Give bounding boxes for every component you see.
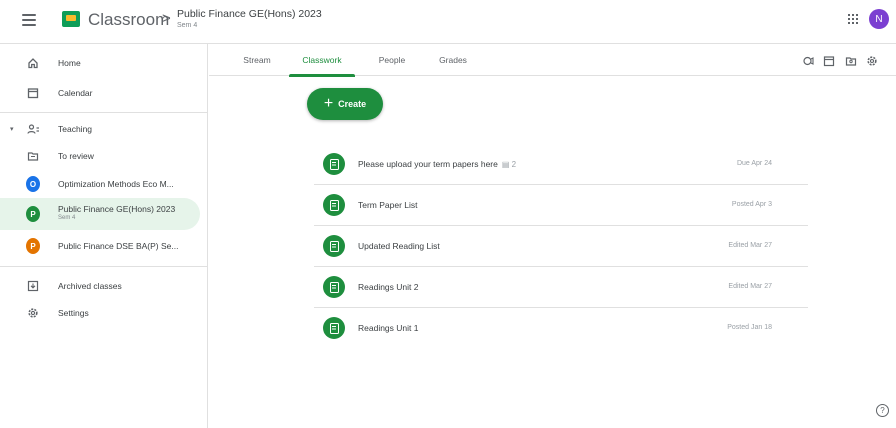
list-item[interactable]: Term Paper List Posted Apr 3 bbox=[314, 185, 808, 226]
material-icon bbox=[323, 194, 345, 216]
class-avatar: P bbox=[26, 206, 40, 222]
main-menu-icon[interactable] bbox=[22, 14, 36, 26]
breadcrumb-chevron-icon: > bbox=[162, 10, 171, 27]
class-section: Sem 4 bbox=[177, 22, 198, 29]
archive-icon bbox=[26, 279, 40, 293]
app-name[interactable]: Classroom bbox=[88, 10, 169, 30]
material-icon bbox=[323, 276, 345, 298]
class-avatar: O bbox=[26, 176, 40, 192]
tab-classwork[interactable]: Classwork bbox=[289, 44, 355, 77]
item-title: Readings Unit 2 bbox=[358, 282, 419, 292]
sidebar-divider bbox=[0, 112, 208, 113]
collapse-chevron-icon: ▾ bbox=[10, 126, 14, 133]
sidebar-item-label: Teaching bbox=[58, 124, 93, 134]
sidebar-divider bbox=[0, 266, 208, 267]
sidebar-item-label: Home bbox=[58, 58, 81, 68]
sidebar-item-class-optimization[interactable]: O Optimization Methods Eco M... bbox=[0, 169, 200, 199]
item-date: Edited Mar 27 bbox=[728, 242, 772, 249]
sidebar-item-label: Public Finance GE(Hons) 2023 bbox=[58, 204, 176, 214]
tab-people[interactable]: People bbox=[373, 44, 411, 76]
calendar-icon[interactable] bbox=[823, 54, 835, 67]
list-item[interactable]: Readings Unit 1 Posted Jan 18 bbox=[314, 308, 808, 349]
account-avatar[interactable]: N bbox=[869, 9, 889, 29]
folder-review-icon bbox=[26, 149, 40, 163]
sidebar-item-class-public-finance-ge[interactable]: P Public Finance GE(Hons) 2023 Sem 4 bbox=[0, 198, 200, 230]
sidebar-item-home[interactable]: Home bbox=[0, 48, 200, 78]
home-icon bbox=[26, 56, 40, 70]
sidebar-item-label: Public Finance DSE BA(P) Se... bbox=[58, 241, 179, 251]
sidebar-item-label: Calendar bbox=[58, 88, 93, 98]
help-icon[interactable]: ? bbox=[876, 404, 889, 417]
top-bar: Classroom > Public Finance GE(Hons) 2023… bbox=[0, 0, 896, 44]
item-date: Posted Jan 18 bbox=[727, 324, 772, 331]
material-icon bbox=[323, 317, 345, 339]
list-item[interactable]: Please upload your term papers here ▤ 2 D… bbox=[314, 144, 808, 185]
sidebar-item-label: Archived classes bbox=[58, 281, 122, 291]
list-item[interactable]: Readings Unit 2 Edited Mar 27 bbox=[314, 267, 808, 308]
item-date: Posted Apr 3 bbox=[731, 201, 772, 208]
item-title: Please upload your term papers here ▤ 2 bbox=[358, 159, 517, 169]
class-title[interactable]: Public Finance GE(Hons) 2023 bbox=[177, 8, 322, 20]
sidebar-item-sublabel: Sem 4 bbox=[58, 215, 76, 221]
drive-folder-icon[interactable] bbox=[845, 54, 857, 66]
material-icon bbox=[323, 235, 345, 257]
sidebar-item-calendar[interactable]: Calendar bbox=[0, 78, 200, 108]
item-title: Updated Reading List bbox=[358, 241, 440, 251]
sidebar-item-settings[interactable]: Settings bbox=[0, 298, 200, 328]
item-date: Edited Mar 27 bbox=[728, 283, 772, 290]
tab-grades[interactable]: Grades bbox=[435, 44, 471, 76]
meet-icon[interactable] bbox=[802, 54, 814, 66]
sidebar-item-class-public-finance-dse[interactable]: P Public Finance DSE BA(P) Se... bbox=[0, 231, 200, 261]
sidebar: Home Calendar ▾ Teaching To review O Opt… bbox=[0, 44, 208, 428]
create-button[interactable]: + Create bbox=[307, 88, 383, 120]
sidebar-item-label: Settings bbox=[58, 308, 89, 318]
list-item[interactable]: Updated Reading List Edited Mar 27 bbox=[314, 226, 808, 267]
item-date: Due Apr 24 bbox=[736, 160, 772, 167]
sidebar-item-archived[interactable]: Archived classes bbox=[0, 271, 200, 301]
attachment-count: ▤ 2 bbox=[501, 160, 517, 169]
classwork-list: Please upload your term papers here ▤ 2 D… bbox=[314, 144, 808, 349]
sidebar-item-to-review[interactable]: To review bbox=[0, 141, 200, 171]
classroom-logo-icon[interactable] bbox=[62, 11, 80, 27]
class-avatar: P bbox=[26, 238, 40, 254]
sidebar-item-label: To review bbox=[58, 151, 94, 161]
create-button-label: Create bbox=[338, 99, 367, 109]
tab-stream[interactable]: Stream bbox=[237, 44, 277, 76]
gear-icon bbox=[26, 306, 40, 320]
plus-icon: + bbox=[323, 95, 334, 112]
sidebar-item-label: Optimization Methods Eco M... bbox=[58, 179, 174, 189]
item-title: Term Paper List bbox=[358, 200, 418, 210]
assignment-icon bbox=[323, 153, 345, 175]
class-tabs: Stream Classwork People Grades bbox=[209, 44, 896, 77]
item-title: Readings Unit 1 bbox=[358, 323, 419, 333]
sidebar-item-teaching[interactable]: ▾ Teaching bbox=[0, 114, 200, 144]
google-apps-icon[interactable] bbox=[848, 14, 858, 24]
teaching-people-icon bbox=[26, 122, 40, 136]
calendar-icon bbox=[26, 86, 40, 100]
settings-icon[interactable] bbox=[866, 54, 878, 66]
